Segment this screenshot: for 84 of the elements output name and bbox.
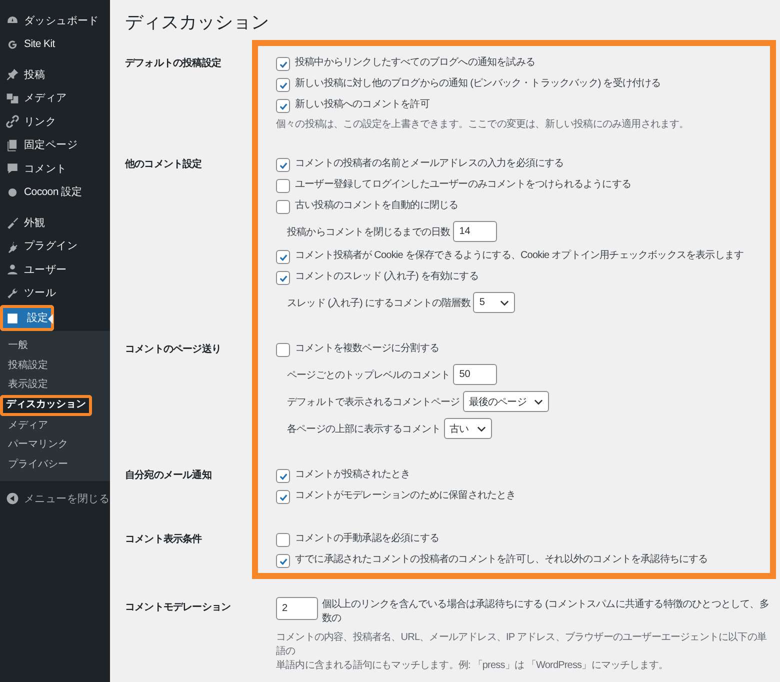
- menu-item[interactable]: 設定: [0, 305, 54, 331]
- menu-item[interactable]: メディア: [0, 86, 110, 110]
- checkbox[interactable]: [276, 469, 290, 483]
- checkbox-label: 新しい投稿へのコメントを許可: [295, 98, 430, 112]
- checkbox-label: コメントの投稿者の名前とメールアドレスの入力を必須にする: [295, 157, 564, 171]
- checkbox[interactable]: [276, 179, 290, 193]
- section-label: 他のコメント設定: [125, 157, 203, 172]
- checkbox-label: コメント投稿者が Cookie を保存できるようにする、Cookie オプトイン用チェックボックスを表示します: [295, 249, 744, 263]
- current-pointer-icon: [48, 314, 54, 324]
- submenu-item[interactable]: パーマリンク: [0, 435, 110, 454]
- checkbox[interactable]: [276, 343, 290, 357]
- section-label: コメント表示条件: [125, 532, 203, 547]
- menu-item[interactable]: 固定ページ: [0, 134, 110, 157]
- menu-item[interactable]: Site Kit: [0, 32, 110, 56]
- field-label: ページごとのトップレベルのコメント: [287, 368, 450, 382]
- description-text: 単語内に含まれる語句にもマッチします。例: 「press」は 「WordPress」にマッチします。: [276, 659, 670, 673]
- media-icon: [6, 92, 19, 105]
- menu-item[interactable]: Cocoon 設定: [0, 180, 110, 204]
- checkbox-label: すでに承認されたコメントの投稿者のコメントを許可し、それ以外のコメントを承認待ちにする: [295, 553, 708, 567]
- collapse-icon: [6, 492, 19, 506]
- menu-item[interactable]: リンク: [0, 110, 110, 134]
- field-label: 個以上のリンクを含んでいる場合は承認待ちにする (コメントスパムに共通する特徴のひとつとして、多数の: [322, 598, 770, 625]
- submenu-item[interactable]: プライバシー: [0, 454, 110, 474]
- description-text: コメントの内容、投稿者名、URL、メールアドレス、IP アドレス、ブラウザーのユーザーエージェントに以下の単語の: [276, 631, 768, 659]
- field-label: 投稿からコメントを閉じるまでの日数: [287, 226, 450, 238]
- menu-item[interactable]: ダッシュボード: [0, 9, 110, 32]
- dropdown[interactable]: 最後のページ: [462, 391, 550, 412]
- letter-g-icon: [6, 38, 19, 51]
- chevron-down-icon: [500, 300, 510, 306]
- pin-icon: [6, 68, 19, 82]
- number-field[interactable]: 50: [453, 364, 498, 385]
- checkbox[interactable]: [276, 271, 290, 285]
- menu-item[interactable]: ユーザー: [0, 258, 110, 282]
- speech-bubble-icon: [6, 162, 19, 176]
- checkbox-label: コメントの手動承認を必須にする: [295, 532, 440, 546]
- menu-item[interactable]: 外観: [0, 211, 110, 234]
- dropdown[interactable]: 古い: [444, 418, 492, 439]
- checkbox[interactable]: [276, 158, 290, 172]
- section-label: デフォルトの投稿設定: [125, 56, 222, 71]
- submenu-item[interactable]: ディスカッション: [0, 394, 92, 416]
- checkbox[interactable]: [276, 99, 290, 113]
- checkbox-label: 古い投稿のコメントを自動的に閉じる: [295, 199, 458, 213]
- checkbox-label: 新しい投稿に対し他のブログからの通知 (ピンバック・トラックバック) を受け付ける: [295, 77, 661, 91]
- checkbox[interactable]: [276, 490, 290, 504]
- field-label: デフォルトで表示されるコメントページ: [287, 396, 460, 408]
- checkbox[interactable]: [276, 57, 290, 71]
- page-title: ディスカッション: [125, 11, 270, 34]
- menu-item[interactable]: コメント: [0, 157, 110, 180]
- checkbox[interactable]: [276, 554, 290, 568]
- chevron-down-icon: [534, 398, 544, 404]
- circle-icon: [6, 186, 19, 199]
- checkbox-label: コメントを複数ページに分割する: [295, 342, 440, 356]
- checkbox-label: 投稿中からリンクしたすべてのブログへの通知を試みる: [295, 56, 536, 70]
- checkbox[interactable]: [276, 78, 290, 92]
- checkbox-label: コメントのスレッド (入れ子) を有効にする: [295, 270, 478, 284]
- submenu-item[interactable]: 表示設定: [0, 375, 110, 394]
- checkbox[interactable]: [276, 250, 290, 264]
- checkbox-label: コメントがモデレーションのために保留されたとき: [295, 489, 516, 503]
- checkbox-label: ユーザー登録してログインしたユーザーのみコメントをつけられるようにする: [295, 178, 632, 192]
- section-label: コメントのページ送り: [125, 342, 222, 357]
- section-label: コメントモデレーション: [125, 601, 232, 615]
- field-label: 各ページの上部に表示するコメント: [287, 422, 441, 436]
- number-field[interactable]: 14: [453, 221, 498, 242]
- submenu-item[interactable]: メディア: [0, 416, 110, 435]
- section-label: 自分宛のメール通知: [125, 468, 212, 483]
- plug-icon: [6, 240, 19, 253]
- checkbox[interactable]: [276, 533, 290, 547]
- collapse-menu-button[interactable]: メニューを閉じる: [0, 487, 110, 510]
- wrench-icon: [6, 286, 19, 300]
- menu-item[interactable]: ツール: [0, 282, 110, 305]
- checkbox[interactable]: [276, 200, 290, 214]
- description-text: 個々の投稿は、この設定を上書きできます。ここでの変更は、新しい投稿にのみ適用されます。: [276, 118, 690, 132]
- field-label: スレッド (入れ子) にするコメントの階層数: [287, 296, 470, 310]
- menu-item[interactable]: 投稿: [0, 63, 110, 86]
- pages-icon: [6, 138, 19, 152]
- menu-item[interactable]: プラグイン: [0, 234, 110, 258]
- number-field[interactable]: 2: [276, 597, 318, 620]
- submenu-item[interactable]: 一般: [0, 336, 110, 356]
- submenu-item[interactable]: 投稿設定: [0, 356, 110, 375]
- dropdown[interactable]: 5: [473, 292, 516, 313]
- chevron-down-icon: [476, 426, 486, 432]
- checkbox-label: コメントが投稿されたとき: [295, 468, 410, 482]
- link-icon: [6, 115, 19, 128]
- person-icon: [6, 263, 19, 276]
